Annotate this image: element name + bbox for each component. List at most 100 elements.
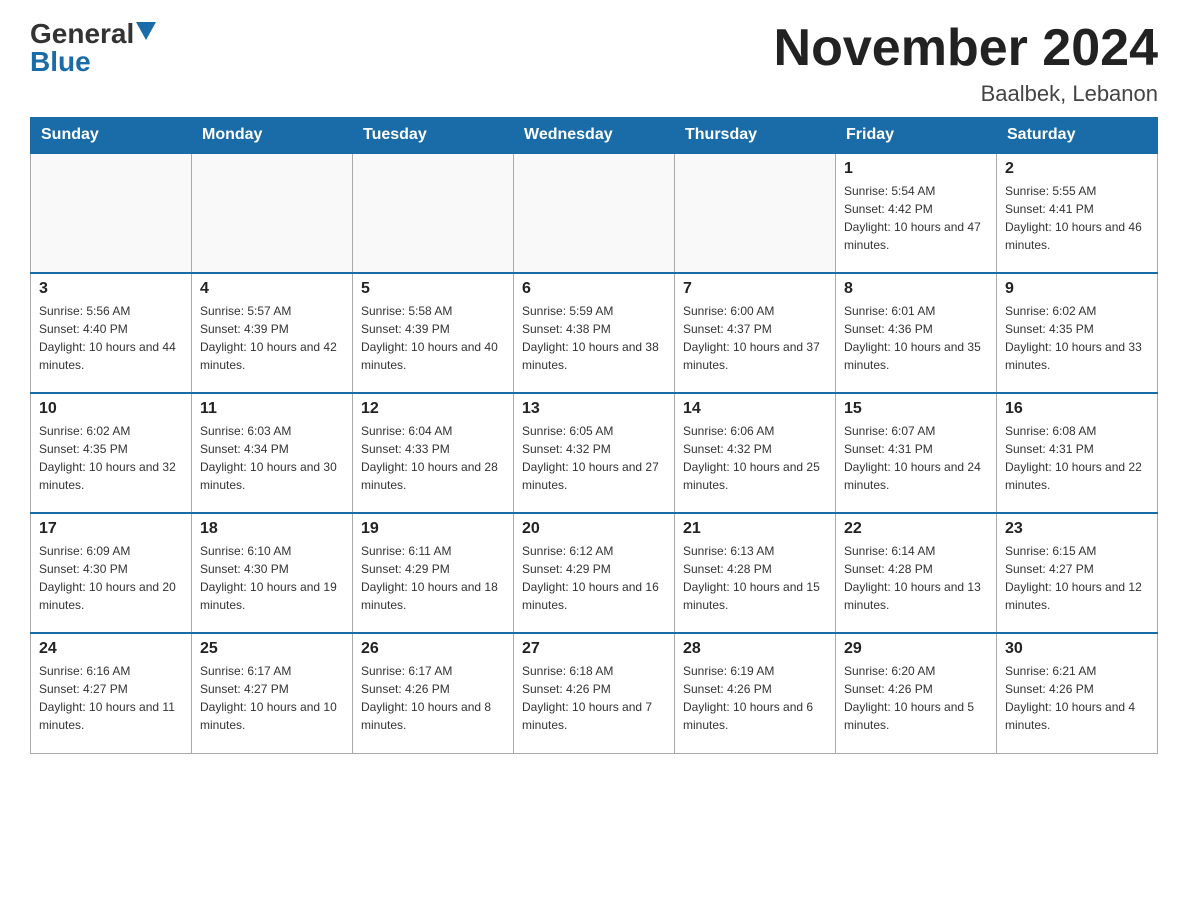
day-number: 5 (361, 280, 505, 298)
weekday-header-row: SundayMondayTuesdayWednesdayThursdayFrid… (31, 118, 1158, 154)
calendar-cell: 26 Sunrise: 6:17 AMSunset: 4:26 PMDayligh… (353, 633, 514, 753)
day-info: Sunrise: 6:06 AMSunset: 4:32 PMDaylight:… (683, 422, 827, 494)
day-info: Sunrise: 6:04 AMSunset: 4:33 PMDaylight:… (361, 422, 505, 494)
weekday-header-tuesday: Tuesday (353, 118, 514, 154)
calendar-cell: 3 Sunrise: 5:56 AMSunset: 4:40 PMDaylight… (31, 273, 192, 393)
day-info: Sunrise: 6:02 AMSunset: 4:35 PMDaylight:… (39, 422, 183, 494)
day-number: 22 (844, 520, 988, 538)
week-row-2: 3 Sunrise: 5:56 AMSunset: 4:40 PMDaylight… (31, 273, 1158, 393)
calendar-cell: 25Sunrise: 6:17 AMSunset: 4:27 PMDayligh… (192, 633, 353, 753)
day-number: 20 (522, 520, 666, 538)
calendar-cell: 22 Sunrise: 6:14 AMSunset: 4:28 PMDayligh… (836, 513, 997, 633)
week-row-1: 1 Sunrise: 5:54 AMSunset: 4:42 PMDaylight… (31, 153, 1158, 273)
calendar-cell: 30 Sunrise: 6:21 AMSunset: 4:26 PMDayligh… (997, 633, 1158, 753)
day-info: Sunrise: 6:19 AMSunset: 4:26 PMDaylight:… (683, 662, 827, 734)
calendar-cell: 17 Sunrise: 6:09 AMSunset: 4:30 PMDayligh… (31, 513, 192, 633)
day-info: Sunrise: 6:08 AMSunset: 4:31 PMDaylight:… (1005, 422, 1149, 494)
calendar-cell: 23 Sunrise: 6:15 AMSunset: 4:27 PMDayligh… (997, 513, 1158, 633)
calendar-cell: 5 Sunrise: 5:58 AMSunset: 4:39 PMDaylight… (353, 273, 514, 393)
day-info: Sunrise: 6:21 AMSunset: 4:26 PMDaylight:… (1005, 662, 1149, 734)
day-number: 21 (683, 520, 827, 538)
calendar-cell: 6 Sunrise: 5:59 AMSunset: 4:38 PMDaylight… (514, 273, 675, 393)
day-info: Sunrise: 5:57 AMSunset: 4:39 PMDaylight:… (200, 302, 344, 374)
day-info: Sunrise: 6:20 AMSunset: 4:26 PMDaylight:… (844, 662, 988, 734)
logo-arrow-icon (136, 22, 156, 42)
calendar-cell: 19Sunrise: 6:11 AMSunset: 4:29 PMDayligh… (353, 513, 514, 633)
day-number: 13 (522, 400, 666, 418)
day-info: Sunrise: 5:54 AMSunset: 4:42 PMDaylight:… (844, 182, 988, 254)
day-info: Sunrise: 5:56 AMSunset: 4:40 PMDaylight:… (39, 302, 183, 374)
title-block: November 2024 Baalbek, Lebanon (774, 20, 1158, 107)
page-header: General Blue November 2024 Baalbek, Leba… (30, 20, 1158, 107)
day-number: 4 (200, 280, 344, 298)
calendar-cell: 18 Sunrise: 6:10 AMSunset: 4:30 PMDayligh… (192, 513, 353, 633)
day-number: 26 (361, 640, 505, 658)
day-number: 9 (1005, 280, 1149, 298)
day-info: Sunrise: 6:03 AMSunset: 4:34 PMDaylight:… (200, 422, 344, 494)
calendar-cell: 29 Sunrise: 6:20 AMSunset: 4:26 PMDayligh… (836, 633, 997, 753)
calendar-cell (514, 153, 675, 273)
day-number: 23 (1005, 520, 1149, 538)
day-info: Sunrise: 6:12 AMSunset: 4:29 PMDaylight:… (522, 542, 666, 614)
day-number: 16 (1005, 400, 1149, 418)
weekday-header-saturday: Saturday (997, 118, 1158, 154)
calendar-cell: 20 Sunrise: 6:12 AMSunset: 4:29 PMDayligh… (514, 513, 675, 633)
calendar-cell: 13 Sunrise: 6:05 AMSunset: 4:32 PMDayligh… (514, 393, 675, 513)
day-info: Sunrise: 6:14 AMSunset: 4:28 PMDaylight:… (844, 542, 988, 614)
day-number: 30 (1005, 640, 1149, 658)
location: Baalbek, Lebanon (774, 81, 1158, 107)
day-number: 27 (522, 640, 666, 658)
calendar-cell: 16 Sunrise: 6:08 AMSunset: 4:31 PMDayligh… (997, 393, 1158, 513)
week-row-4: 17 Sunrise: 6:09 AMSunset: 4:30 PMDayligh… (31, 513, 1158, 633)
day-number: 6 (522, 280, 666, 298)
calendar-cell (675, 153, 836, 273)
day-info: Sunrise: 5:59 AMSunset: 4:38 PMDaylight:… (522, 302, 666, 374)
day-number: 24 (39, 640, 183, 658)
day-number: 1 (844, 160, 988, 178)
calendar-cell (353, 153, 514, 273)
calendar-cell: 14 Sunrise: 6:06 AMSunset: 4:32 PMDayligh… (675, 393, 836, 513)
calendar-cell: 24 Sunrise: 6:16 AMSunset: 4:27 PMDayligh… (31, 633, 192, 753)
day-info: Sunrise: 6:05 AMSunset: 4:32 PMDaylight:… (522, 422, 666, 494)
day-number: 2 (1005, 160, 1149, 178)
day-info: Sunrise: 6:16 AMSunset: 4:27 PMDaylight:… (39, 662, 183, 734)
day-number: 29 (844, 640, 988, 658)
calendar-cell: 28 Sunrise: 6:19 AMSunset: 4:26 PMDayligh… (675, 633, 836, 753)
day-info: Sunrise: 6:13 AMSunset: 4:28 PMDaylight:… (683, 542, 827, 614)
day-number: 28 (683, 640, 827, 658)
calendar-cell: 7 Sunrise: 6:00 AMSunset: 4:37 PMDaylight… (675, 273, 836, 393)
day-info: Sunrise: 6:17 AMSunset: 4:26 PMDaylight:… (361, 662, 505, 734)
week-row-5: 24 Sunrise: 6:16 AMSunset: 4:27 PMDayligh… (31, 633, 1158, 753)
day-info: Sunrise: 6:07 AMSunset: 4:31 PMDaylight:… (844, 422, 988, 494)
day-info: Sunrise: 6:18 AMSunset: 4:26 PMDaylight:… (522, 662, 666, 734)
calendar-cell (192, 153, 353, 273)
month-title: November 2024 (774, 20, 1158, 77)
calendar-cell: 4 Sunrise: 5:57 AMSunset: 4:39 PMDaylight… (192, 273, 353, 393)
day-number: 17 (39, 520, 183, 538)
calendar-cell: 15Sunrise: 6:07 AMSunset: 4:31 PMDayligh… (836, 393, 997, 513)
calendar-cell: 27 Sunrise: 6:18 AMSunset: 4:26 PMDayligh… (514, 633, 675, 753)
day-info: Sunrise: 6:11 AMSunset: 4:29 PMDaylight:… (361, 542, 505, 614)
day-number: 10 (39, 400, 183, 418)
calendar-cell: 12Sunrise: 6:04 AMSunset: 4:33 PMDayligh… (353, 393, 514, 513)
day-number: 11 (200, 400, 344, 418)
day-info: Sunrise: 6:10 AMSunset: 4:30 PMDaylight:… (200, 542, 344, 614)
day-info: Sunrise: 6:00 AMSunset: 4:37 PMDaylight:… (683, 302, 827, 374)
day-number: 3 (39, 280, 183, 298)
calendar-cell: 11 Sunrise: 6:03 AMSunset: 4:34 PMDayligh… (192, 393, 353, 513)
day-info: Sunrise: 5:58 AMSunset: 4:39 PMDaylight:… (361, 302, 505, 374)
day-number: 8 (844, 280, 988, 298)
weekday-header-friday: Friday (836, 118, 997, 154)
week-row-3: 10 Sunrise: 6:02 AMSunset: 4:35 PMDayligh… (31, 393, 1158, 513)
day-number: 7 (683, 280, 827, 298)
day-info: Sunrise: 6:15 AMSunset: 4:27 PMDaylight:… (1005, 542, 1149, 614)
logo: General Blue (30, 20, 156, 76)
day-number: 14 (683, 400, 827, 418)
calendar-cell: 9Sunrise: 6:02 AMSunset: 4:35 PMDaylight… (997, 273, 1158, 393)
calendar-table: SundayMondayTuesdayWednesdayThursdayFrid… (30, 117, 1158, 754)
day-number: 18 (200, 520, 344, 538)
weekday-header-wednesday: Wednesday (514, 118, 675, 154)
day-info: Sunrise: 6:17 AMSunset: 4:27 PMDaylight:… (200, 662, 344, 734)
day-info: Sunrise: 6:09 AMSunset: 4:30 PMDaylight:… (39, 542, 183, 614)
calendar-cell: 10 Sunrise: 6:02 AMSunset: 4:35 PMDayligh… (31, 393, 192, 513)
